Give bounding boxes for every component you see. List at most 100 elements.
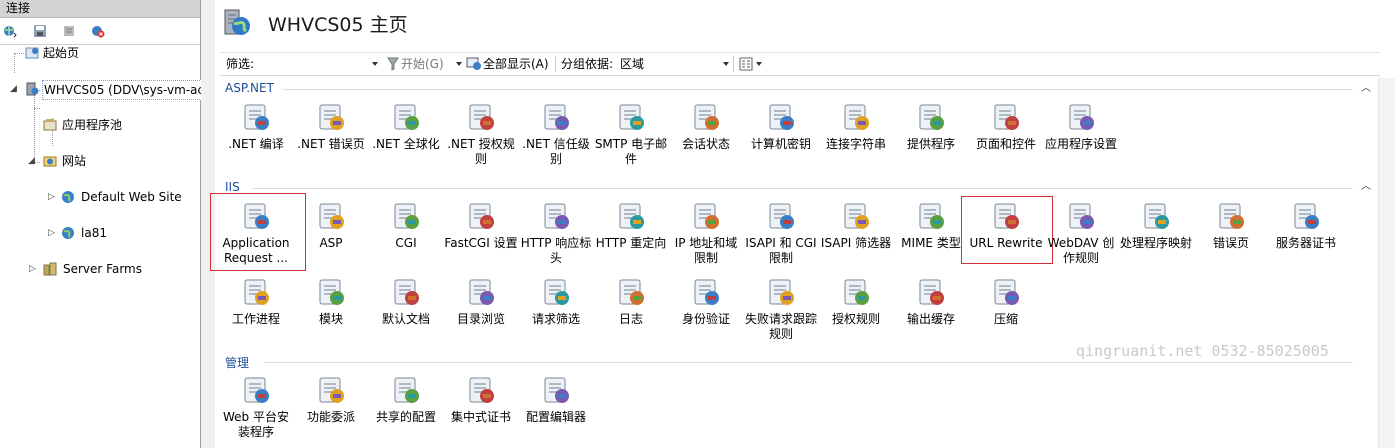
group-by-select[interactable]: 区域 <box>620 53 644 75</box>
chevron-down-icon[interactable] <box>456 62 462 66</box>
feature-cgi[interactable]: CGI <box>369 200 443 251</box>
feature-mime-types[interactable]: MIME 类型 <box>894 200 968 251</box>
feature-http-headers[interactable]: HTTP 响应标头 <box>519 200 593 266</box>
feature-failed-request[interactable]: 失败请求跟踪规则 <box>744 276 818 342</box>
feature-request-filtering[interactable]: 请求筛选 <box>519 276 593 327</box>
feature-machine-key[interactable]: 计算机密钥 <box>744 101 818 152</box>
http-redirect-icon <box>619 203 644 229</box>
tree-item-server[interactable]: ◢ WHVCS05 (DDV\sys-vm-ac <box>0 80 207 100</box>
feature-asp[interactable]: ASP <box>294 200 368 251</box>
feature-error-pages[interactable]: 错误页 <box>1194 200 1268 251</box>
directory-browsing-icon <box>469 279 494 305</box>
feature-compression[interactable]: 压缩 <box>969 276 1043 327</box>
vertical-scrollbar[interactable] <box>1378 78 1395 448</box>
feature-output-cache[interactable]: 输出缓存 <box>894 276 968 327</box>
feature-label: 服务器证书 <box>1275 236 1336 250</box>
page-title: WHVCS05 主页 <box>268 14 408 36</box>
feature-smtp-email[interactable]: SMTP 电子邮件 <box>594 101 668 167</box>
feature-arr[interactable]: Application Request ... <box>219 200 293 266</box>
feature-net-trust[interactable]: .NET 信任级别 <box>519 101 593 167</box>
expand-icon[interactable]: ▷ <box>48 193 56 202</box>
globe-connect-icon[interactable] <box>3 24 17 38</box>
tree-label: 网站 <box>62 154 87 168</box>
server-icon[interactable] <box>62 24 76 38</box>
feature-webdav[interactable]: WebDAV 创作规则 <box>1044 200 1118 266</box>
feature-isapi-filter[interactable]: ISAPI 筛选器 <box>819 200 893 251</box>
feature-net-globalization[interactable]: .NET 全球化 <box>369 101 443 152</box>
feature-label: 会话状态 <box>681 137 730 151</box>
feature-server-certificates[interactable]: 服务器证书 <box>1269 200 1343 251</box>
feature-default-document[interactable]: 默认文档 <box>369 276 443 327</box>
disconnect-icon[interactable] <box>91 24 105 38</box>
connections-header: 连接 <box>0 0 200 18</box>
feature-app-settings[interactable]: 应用程序设置 <box>1044 101 1118 152</box>
tree-item-start-page[interactable]: 起始页 <box>0 44 200 62</box>
collapse-icon[interactable]: ◢ <box>28 157 36 166</box>
feature-url-rewrite[interactable]: URL Rewrite <box>969 200 1043 251</box>
chevron-down-icon[interactable] <box>372 62 378 66</box>
tree-item-la81[interactable]: ▷ la81 <box>0 224 200 242</box>
tree-item-default-web-site[interactable]: ▷ Default Web Site <box>0 188 200 206</box>
filter-bar: 筛选: 开始(G) 全部显示(A) 分组依据: 区域 <box>220 52 1380 76</box>
feature-pages-controls[interactable]: 页面和控件 <box>969 101 1043 152</box>
central-cert-icon <box>469 377 494 403</box>
feature-feature-delegation[interactable]: 功能委派 <box>294 374 368 425</box>
chevron-down-icon[interactable] <box>756 62 762 66</box>
expand-icon[interactable]: ▷ <box>29 265 37 274</box>
authentication-icon <box>694 279 719 305</box>
default-document-icon <box>394 279 419 305</box>
output-cache-icon <box>919 279 944 305</box>
feature-web-platform-installer[interactable]: Web 平台安装程序 <box>219 374 293 440</box>
filter-funnel-icon <box>387 57 399 71</box>
group-header-management[interactable]: 管理 <box>225 354 249 371</box>
feature-config-editor[interactable]: 配置编辑器 <box>519 374 593 425</box>
feature-providers[interactable]: 提供程序 <box>894 101 968 152</box>
feature-http-redirect[interactable]: HTTP 重定向 <box>594 200 668 251</box>
http-headers-icon <box>544 203 569 229</box>
tree-item-sites[interactable]: ◢ 网站 <box>0 152 200 170</box>
smtp-email-icon <box>619 104 644 130</box>
group-header-iis[interactable]: IIS <box>225 180 240 194</box>
chevron-down-icon[interactable] <box>723 62 729 66</box>
feature-net-authorization[interactable]: .NET 授权规则 <box>444 101 518 167</box>
feature-label: SMTP 电子邮件 <box>594 137 668 166</box>
feature-central-cert[interactable]: 集中式证书 <box>444 374 518 425</box>
tree-label: Default Web Site <box>81 190 182 204</box>
expand-icon[interactable]: ▷ <box>48 229 56 238</box>
feature-authorization-rules[interactable]: 授权规则 <box>819 276 893 327</box>
collapse-icon[interactable]: ◢ <box>10 85 18 94</box>
feature-label: .NET 全球化 <box>372 137 440 151</box>
feature-handler-mappings[interactable]: 处理程序映射 <box>1119 200 1193 251</box>
feature-directory-browsing[interactable]: 目录浏览 <box>444 276 518 327</box>
feature-label: .NET 编译 <box>228 137 284 151</box>
compression-icon <box>994 279 1019 305</box>
feature-label: 输出缓存 <box>906 312 955 326</box>
filter-input[interactable] <box>260 53 378 75</box>
feature-net-compile[interactable]: .NET 编译 <box>219 101 293 152</box>
feature-net-error-page[interactable]: .NET 错误页 <box>294 101 368 152</box>
feature-authentication[interactable]: 身份验证 <box>669 276 743 327</box>
view-mode-icon[interactable] <box>739 57 753 71</box>
tree-item-server-farms[interactable]: ▷ Server Farms <box>0 260 200 278</box>
feature-modules[interactable]: 模块 <box>294 276 368 327</box>
feature-label: 应用程序设置 <box>1044 137 1117 151</box>
feature-session-state[interactable]: 会话状态 <box>669 101 743 152</box>
feature-logging[interactable]: 日志 <box>594 276 668 327</box>
feature-isapi-cgi[interactable]: ISAPI 和 CGI 限制 <box>744 200 818 266</box>
collapse-group-icon[interactable]: ︿ <box>1361 84 1371 94</box>
feature-label: 请求筛选 <box>531 312 580 326</box>
group-header-aspnet[interactable]: ASP.NET <box>225 81 274 95</box>
start-filter-button[interactable]: 开始(G) <box>401 53 444 75</box>
feature-label: IP 地址和域限制 <box>674 236 738 265</box>
feature-connection-string[interactable]: 连接字符串 <box>819 101 893 152</box>
feature-fastcgi[interactable]: FastCGI 设置 <box>444 200 518 251</box>
feature-worker-process[interactable]: 工作进程 <box>219 276 293 327</box>
isapi-filter-icon <box>844 203 869 229</box>
save-icon[interactable] <box>33 24 47 38</box>
feature-shared-config[interactable]: 共享的配置 <box>369 374 443 425</box>
watermark: qingruanit.net 0532-85025005 <box>1076 342 1329 360</box>
tree-item-app-pools[interactable]: 应用程序池 <box>0 116 200 134</box>
collapse-group-icon[interactable]: ︿ <box>1361 182 1371 192</box>
show-all-button[interactable]: 全部显示(A) <box>483 53 549 75</box>
feature-ip-restrictions[interactable]: IP 地址和域限制 <box>669 200 743 266</box>
